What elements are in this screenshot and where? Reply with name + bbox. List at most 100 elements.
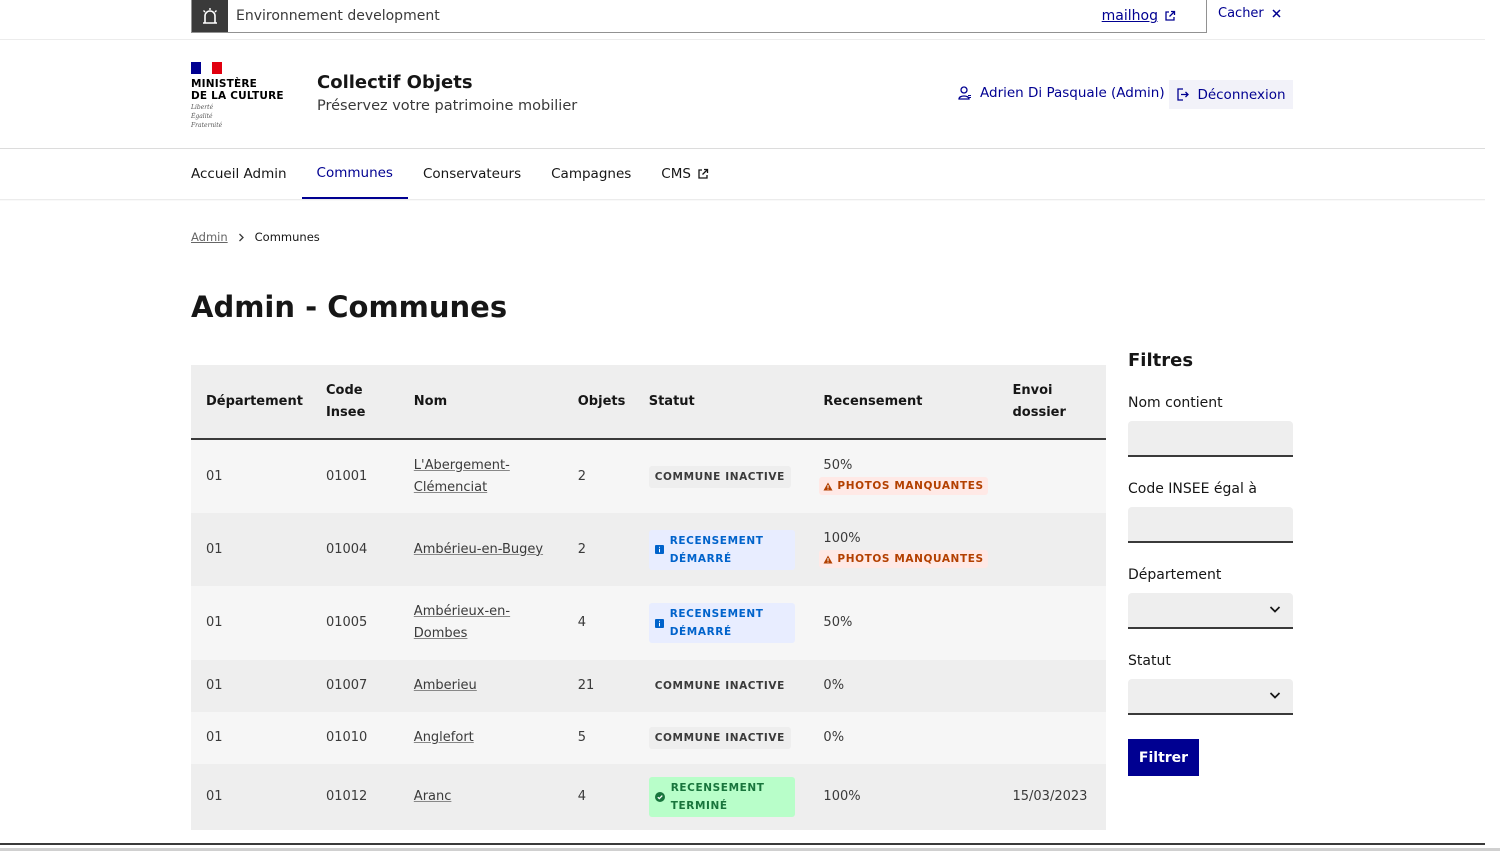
table-row: 01 01004 Ambérieu-en-Bugey 2 RECENSEMENT… bbox=[191, 513, 1106, 586]
cell-envoi-dossier bbox=[997, 660, 1106, 712]
cell-statut: RECENSEMENT DÉMARRÉ bbox=[634, 586, 809, 660]
commune-link[interactable]: Aranc bbox=[414, 789, 452, 804]
status-label: RECENSEMENT TERMINÉ bbox=[670, 782, 765, 812]
statut-filter-label: Statut bbox=[1128, 653, 1171, 669]
status-badge: COMMUNE INACTIVE bbox=[648, 465, 791, 488]
statut-select[interactable] bbox=[1128, 679, 1293, 715]
recensement-percent: 0% bbox=[823, 678, 845, 693]
cell-departement: 01 bbox=[206, 789, 223, 804]
chevron-right-icon bbox=[238, 233, 244, 241]
breadcrumb-admin-link[interactable]: Admin bbox=[191, 230, 228, 244]
cell-statut: COMMUNE INACTIVE bbox=[634, 439, 809, 513]
motto-line-1: Liberté bbox=[191, 104, 214, 111]
logout-button[interactable]: Déconnexion bbox=[1169, 80, 1293, 109]
commune-link[interactable]: Anglefort bbox=[414, 730, 474, 745]
cell-recensement: 100% PHOTOS MANQUANTES bbox=[808, 513, 997, 586]
header-recensement: Recensement bbox=[823, 393, 923, 409]
logo-line-1: MINISTÈRE bbox=[191, 78, 258, 90]
motto-line-2: Égalité bbox=[191, 113, 213, 120]
nav-item-communes[interactable]: Communes bbox=[301, 149, 408, 199]
chevron-down-icon bbox=[1269, 692, 1281, 699]
header-envoi-label: Envoi dossier bbox=[1012, 382, 1066, 420]
breadcrumb-current: Communes bbox=[254, 230, 320, 244]
communes-table: Département Code Insee Nom Objets Statut… bbox=[191, 365, 1106, 830]
cell-code-insee: 01001 bbox=[325, 468, 368, 484]
cell-nom: Anglefort bbox=[399, 712, 563, 764]
nom-filter-input[interactable] bbox=[1128, 421, 1293, 457]
motto-line-3: Fraternité bbox=[191, 122, 223, 129]
status-badge: RECENSEMENT DÉMARRÉ bbox=[648, 529, 795, 570]
status-badge: COMMUNE INACTIVE bbox=[648, 727, 791, 749]
nom-filter-label: Nom contient bbox=[1128, 395, 1223, 411]
nav-item-accueil-admin[interactable]: Accueil Admin bbox=[191, 149, 302, 199]
cell-nom: Aranc bbox=[399, 764, 563, 830]
nav-label: Conservateurs bbox=[422, 166, 522, 182]
cell-code-insee: 01012 bbox=[325, 789, 368, 804]
nav-item-cms[interactable]: CMS bbox=[646, 149, 724, 199]
table-row: 01 01012 Aranc 4 RECENSEMENT TERMINÉ 100… bbox=[191, 764, 1106, 830]
code-insee-filter-input[interactable] bbox=[1128, 507, 1293, 543]
cell-envoi-dossier bbox=[997, 439, 1106, 513]
cell-recensement: 100% bbox=[808, 764, 997, 830]
nav-label: Communes bbox=[316, 165, 393, 181]
filter-submit-button[interactable]: Filtrer bbox=[1128, 739, 1199, 776]
cell-objets: 5 bbox=[577, 730, 587, 745]
code-filter-label: Code INSEE égal à bbox=[1128, 481, 1257, 497]
warning-label: PHOTOS MANQUANTES bbox=[837, 553, 984, 565]
main-nav: Accueil Admin Communes Conservateurs Cam… bbox=[191, 149, 724, 200]
hide-banner-button[interactable]: Cacher bbox=[1218, 6, 1281, 21]
recensement-percent: 50% bbox=[823, 457, 853, 473]
cell-statut: COMMUNE INACTIVE bbox=[634, 660, 809, 712]
cell-code-insee: 01010 bbox=[325, 730, 368, 745]
ministry-logo[interactable]: MINISTÈRE DE LA CULTURE Liberté Égalité … bbox=[191, 62, 291, 129]
cell-departement: 01 bbox=[206, 615, 223, 630]
header-nom: Nom bbox=[413, 393, 448, 409]
cell-nom: Amberieu bbox=[399, 660, 563, 712]
nav-label: Accueil Admin bbox=[191, 166, 287, 182]
cell-code-insee: 01004 bbox=[325, 541, 368, 557]
environment-banner: Environnement development mailhog bbox=[191, 0, 1207, 33]
page-title: Admin - Communes bbox=[191, 290, 508, 324]
commune-link[interactable]: Ambérieux-en-Dombes bbox=[414, 601, 514, 645]
cell-recensement: 50% bbox=[808, 586, 997, 660]
warning-icon bbox=[823, 482, 833, 490]
chevron-down-icon bbox=[1269, 606, 1281, 613]
commune-link[interactable]: Amberieu bbox=[414, 678, 477, 693]
nav-item-campagnes[interactable]: Campagnes bbox=[536, 149, 646, 199]
filters-title: Filtres bbox=[1128, 350, 1194, 371]
cell-objets: 4 bbox=[577, 789, 587, 804]
info-icon bbox=[654, 618, 664, 628]
site-title[interactable]: Collectif Objets bbox=[317, 72, 473, 93]
cell-objets: 4 bbox=[577, 615, 587, 630]
commune-link[interactable]: L'Abergement-Clémenciat bbox=[414, 455, 514, 499]
status-badge: RECENSEMENT TERMINÉ bbox=[648, 777, 795, 817]
status-badge: COMMUNE INACTIVE bbox=[648, 675, 791, 697]
nav-item-conservateurs[interactable]: Conservateurs bbox=[408, 149, 536, 199]
commune-link[interactable]: Ambérieu-en-Bugey bbox=[414, 542, 543, 557]
cell-envoi-dossier bbox=[997, 712, 1106, 764]
cell-nom: Ambérieu-en-Bugey bbox=[399, 513, 563, 586]
header-code-insee: Code Insee bbox=[311, 365, 399, 439]
header-statut: Statut bbox=[648, 393, 695, 409]
table-row: 01 01005 Ambérieux-en-Dombes 4 RECENSEME… bbox=[191, 586, 1106, 660]
mailhog-link[interactable]: mailhog bbox=[1102, 8, 1176, 24]
recensement-percent: 100% bbox=[823, 530, 861, 546]
cell-recensement: 50% PHOTOS MANQUANTES bbox=[808, 439, 997, 513]
external-link-icon bbox=[1165, 10, 1176, 21]
hide-banner-label: Cacher bbox=[1218, 6, 1264, 21]
header-code-insee-label: Code Insee bbox=[325, 382, 366, 420]
departement-select[interactable] bbox=[1128, 593, 1293, 629]
cell-departement: 01 bbox=[206, 678, 223, 693]
filters-panel: Filtres Nom contient Code INSEE égal à D… bbox=[1128, 350, 1293, 776]
check-circle-icon bbox=[654, 792, 665, 802]
french-flag-icon bbox=[191, 62, 222, 74]
user-account-link[interactable]: Adrien Di Pasquale (Admin) bbox=[958, 85, 1165, 101]
viewport-bottom-edge bbox=[0, 843, 1485, 845]
cell-nom: Ambérieux-en-Dombes bbox=[399, 586, 563, 660]
recensement-percent: 0% bbox=[823, 730, 845, 745]
cell-objets: 2 bbox=[577, 468, 587, 484]
warning-label: PHOTOS MANQUANTES bbox=[837, 480, 984, 492]
cell-envoi-dossier bbox=[997, 586, 1106, 660]
status-label: RECENSEMENT DÉMARRÉ bbox=[669, 608, 764, 638]
cell-departement: 01 bbox=[206, 468, 223, 484]
